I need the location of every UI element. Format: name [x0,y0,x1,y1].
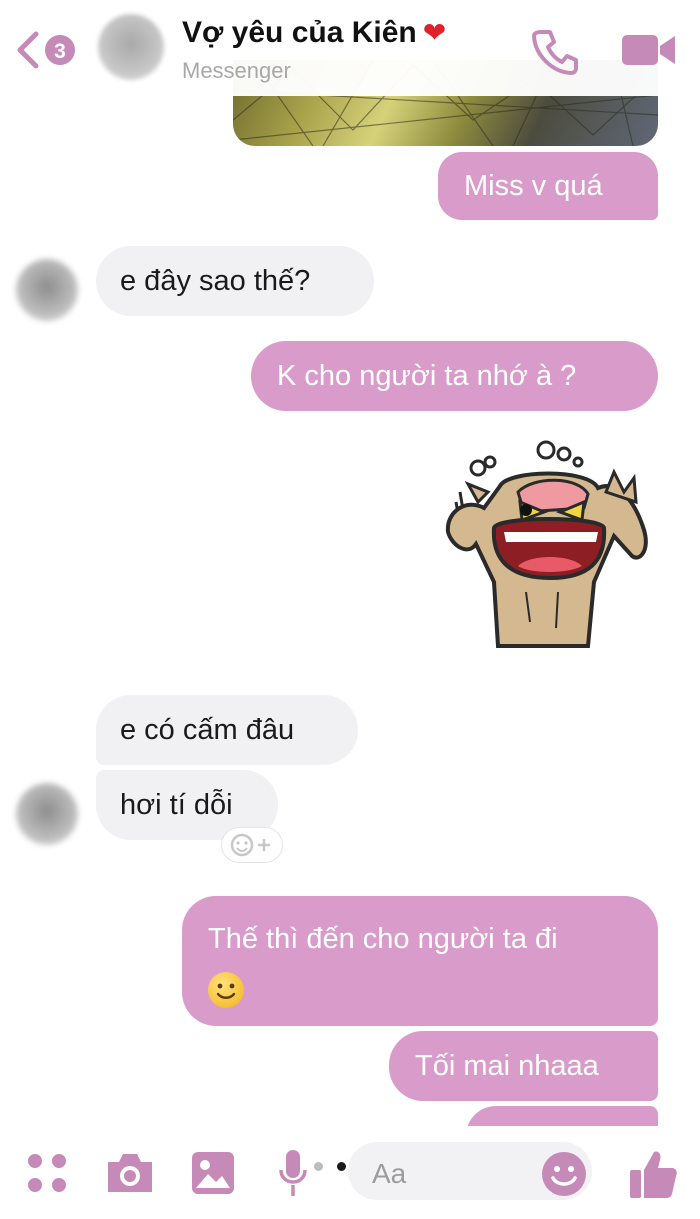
call-button[interactable] [530,26,580,76]
gallery-button[interactable] [190,1150,236,1196]
chat-header: 3 Vợ yêu của Kiên ❤ Messenger [0,0,700,96]
contact-name[interactable]: Vợ yêu của Kiên ❤ [182,16,446,50]
back-icon: 3 [17,31,75,69]
emoji-icon [542,1152,586,1196]
message-bubble-outgoing[interactable]: Thế thì đến cho người ta đi [182,896,658,1026]
video-call-button[interactable] [620,30,678,70]
phone-icon [532,30,578,75]
voice-button[interactable] [278,1148,308,1200]
like-button[interactable] [628,1148,678,1200]
camera-icon [108,1154,152,1192]
contact-avatar[interactable] [16,783,78,845]
contact-avatar[interactable] [98,14,164,80]
camera-button[interactable] [104,1150,156,1196]
message-bubble-outgoing[interactable]: K cho người ta nhớ à ? [251,341,658,411]
apps-grid-icon [28,1154,66,1192]
smiling-face-emoji [208,972,244,1009]
add-reaction-button[interactable] [222,828,282,862]
message-text: Miss v quá [464,170,603,202]
message-text: e đây sao thế? [120,265,311,297]
message-text: Tối mai nhaaa [415,1050,599,1082]
contact-name-text: Vợ yêu của Kiên [182,16,417,49]
unread-badge: 3 [54,40,66,63]
contact-subtitle: Messenger [182,58,291,83]
add-reaction-icon [230,833,270,857]
back-button[interactable]: 3 [14,28,78,72]
emoji-button[interactable] [540,1150,588,1198]
contact-avatar[interactable] [16,259,78,321]
microphone-icon [279,1150,307,1196]
message-text: K cho người ta nhớ à ? [277,360,577,392]
message-text: hơi tí dỗi [120,789,233,821]
thumbs-up-icon [630,1151,677,1198]
heart-icon: ❤ [422,17,447,48]
message-bubble-outgoing[interactable]: Tối mai nhaaa [389,1031,658,1101]
sticker-image [445,440,648,648]
gallery-icon [192,1152,234,1194]
message-bubble-incoming[interactable]: e có cấm đâu [96,695,358,765]
message-text: e có cấm đâu [120,714,295,746]
message-input-placeholder: Aa [372,1158,407,1189]
apps-button[interactable] [26,1152,68,1194]
message-text: Thế thì đến cho người ta đi [208,923,558,955]
angry-dog-sticker[interactable] [438,432,658,652]
message-bubble-incoming[interactable]: e đây sao thế? [96,246,374,316]
message-bubble-outgoing[interactable]: Miss v quá [438,152,658,220]
video-camera-icon [622,35,675,65]
